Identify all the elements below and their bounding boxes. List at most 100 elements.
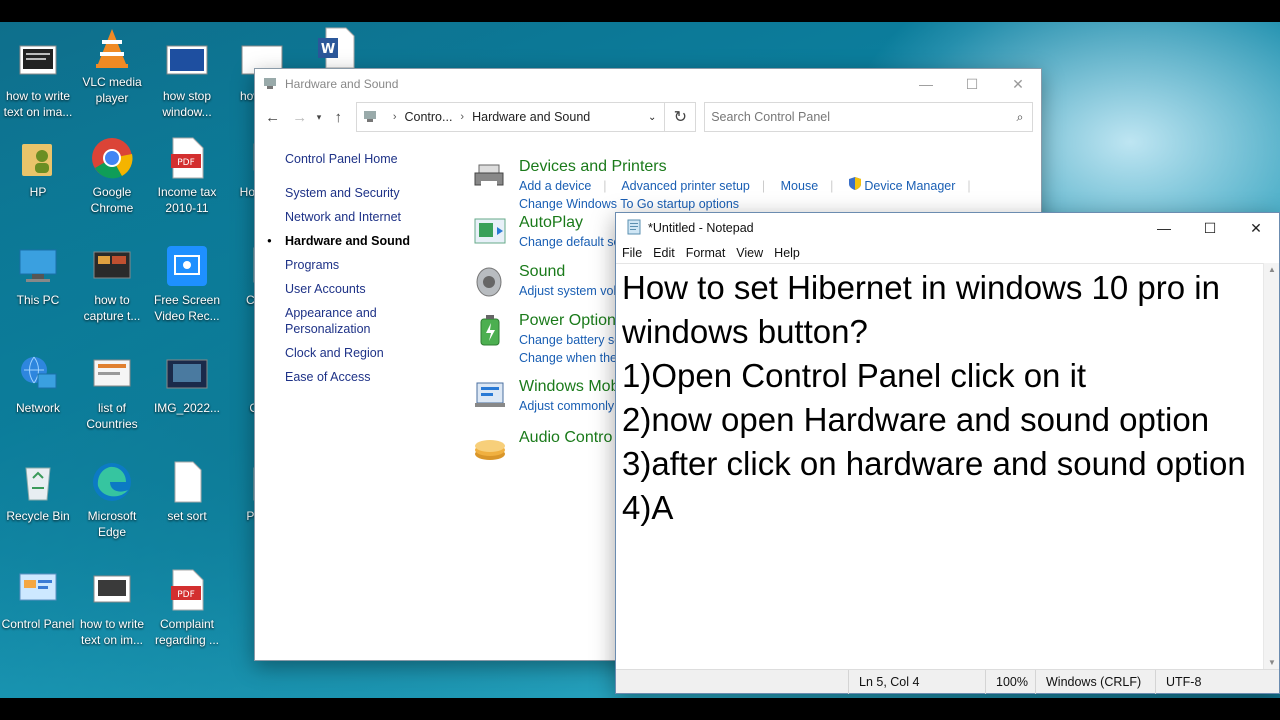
desktop-icon[interactable]: This PC [0, 244, 76, 308]
text-line: How to set Hibernet in windows 10 pro in… [622, 269, 1220, 350]
image-file-icon [165, 40, 209, 84]
breadcrumb-hardware-and-sound[interactable]: Hardware and Sound [472, 110, 590, 124]
menu-file[interactable]: File [622, 246, 642, 260]
link-divider: | [603, 179, 607, 193]
desktop-icon[interactable]: how to write text on im... [74, 568, 150, 648]
search-input[interactable] [711, 110, 1008, 124]
link-adjust-commonly-used[interactable]: Adjust commonly [519, 399, 614, 413]
svg-text:PDF: PDF [177, 158, 195, 168]
maximize-button[interactable]: ☐ [949, 69, 995, 99]
screen-recorder-icon [165, 244, 209, 288]
refresh-icon: ↻ [673, 109, 687, 126]
desktop-icon-label: how to write text on im... [79, 617, 145, 647]
breadcrumb-separator-icon: › [392, 111, 397, 123]
image-file-icon [90, 352, 134, 396]
search-box[interactable]: ⌕ [704, 102, 1033, 132]
desktop-icon[interactable]: VLC media player [74, 26, 150, 106]
user-folder-icon [16, 136, 60, 180]
scroll-down-arrow-icon[interactable]: ▼ [1264, 658, 1280, 667]
desktop-icon[interactable]: list of Countries [74, 352, 150, 432]
search-icon[interactable]: ⌕ [1008, 110, 1032, 125]
link-change-battery-settings[interactable]: Change battery set [519, 333, 625, 347]
title-bar: *Untitled - Notepad — ☐ ✕ [616, 213, 1279, 243]
notepad-window: *Untitled - Notepad — ☐ ✕ File Edit Form… [615, 212, 1280, 694]
desktop-icon[interactable]: set sort [149, 460, 225, 524]
desktop-icon-label: This PC [16, 293, 60, 307]
window-title: Hardware and Sound [285, 77, 399, 91]
desktop-icon[interactable]: IMG_2022... [149, 352, 225, 416]
vertical-scrollbar[interactable]: ▲ ▼ [1263, 263, 1279, 669]
desktop-icon[interactable]: Recycle Bin [0, 460, 76, 524]
breadcrumb-control-panel[interactable]: Contro... [404, 110, 452, 124]
desktop-icon[interactable]: Network [0, 352, 76, 416]
maximize-button[interactable]: ☐ [1187, 213, 1233, 243]
text-line: 3)after click on hardware and sound opti… [622, 445, 1246, 482]
autoplay-icon [473, 215, 507, 249]
close-button[interactable]: ✕ [995, 69, 1041, 99]
desktop-icon[interactable]: Control Panel [0, 568, 76, 632]
link-change-when-computer-sleeps[interactable]: Change when the c [519, 351, 627, 365]
desktop-icon[interactable]: Free Screen Video Rec... [149, 244, 225, 324]
minimize-button[interactable]: — [1141, 213, 1187, 243]
link-adjust-system-volume[interactable]: Adjust system volu [519, 284, 623, 298]
nav-user-accounts[interactable]: User Accounts [285, 281, 455, 297]
menu-edit[interactable]: Edit [653, 246, 675, 260]
window-title: *Untitled - Notepad [648, 221, 754, 235]
control-panel-small-icon [363, 109, 379, 126]
nav-system-and-security[interactable]: System and Security [285, 185, 455, 201]
link-add-a-device[interactable]: Add a device [519, 179, 591, 193]
desktop-icon[interactable]: Microsoft Edge [74, 460, 150, 540]
address-dropdown-chevron-icon[interactable]: ⌄ [648, 112, 656, 123]
cursor-position: Ln 5, Col 4 [848, 669, 985, 694]
desktop-icon[interactable]: how to capture t... [74, 244, 150, 324]
nav-clock-and-region[interactable]: Clock and Region [285, 345, 455, 361]
desktop-icon-label: IMG_2022... [153, 401, 221, 415]
recent-locations-chevron-icon[interactable]: ▾ [309, 112, 328, 123]
nav-ease-of-access[interactable]: Ease of Access [285, 369, 455, 385]
minimize-button[interactable]: — [903, 69, 949, 99]
desktop-icon-label: VLC media player [82, 75, 142, 105]
refresh-button[interactable]: ↻ [665, 102, 697, 132]
link-change-windows-to-go[interactable]: Change Windows To Go startup options [519, 197, 739, 211]
desktop-icon-label: Control Panel [1, 617, 75, 631]
desktop-icon[interactable]: W [298, 26, 374, 74]
menu-help[interactable]: Help [774, 246, 800, 260]
category-devices-and-printers: Devices and Printers Add a device | Advan… [473, 157, 983, 213]
shield-icon [848, 177, 861, 193]
category-title[interactable]: Devices and Printers [519, 157, 983, 177]
forward-arrow-icon[interactable]: → [290, 109, 309, 126]
desktop-icon[interactable]: how to write text on ima... [0, 40, 76, 120]
up-arrow-icon[interactable]: ↑ [329, 109, 348, 126]
mobility-center-icon [473, 379, 507, 413]
back-arrow-icon[interactable]: ← [263, 109, 282, 126]
menu-bar: File Edit Format View Help [616, 243, 1279, 263]
link-device-manager[interactable]: Device Manager [864, 179, 955, 193]
nav-programs[interactable]: Programs [285, 257, 455, 273]
menu-format[interactable]: Format [686, 246, 726, 260]
nav-appearance-and-personalization[interactable]: Appearance and Personalization [285, 305, 395, 337]
nav-hardware-and-sound[interactable]: Hardware and Sound [267, 233, 455, 249]
scroll-up-arrow-icon[interactable]: ▲ [1264, 265, 1280, 274]
desktop-icon-label: how to capture t... [83, 293, 141, 323]
desktop-icon[interactable]: HP [0, 136, 76, 200]
computer-icon [16, 244, 60, 288]
desktop-icon[interactable]: PDF Complaint regarding ... [149, 568, 225, 648]
text-editor-area[interactable]: How to set Hibernet in windows 10 pro in… [616, 263, 1264, 669]
link-mouse[interactable]: Mouse [781, 179, 819, 193]
nav-network-and-internet[interactable]: Network and Internet [285, 209, 455, 225]
title-bar: Hardware and Sound — ☐ ✕ [255, 69, 1041, 99]
link-advanced-printer-setup[interactable]: Advanced printer setup [621, 179, 750, 193]
desktop-icon-label: Microsoft Edge [87, 509, 137, 539]
desktop-icon-label: Free Screen Video Rec... [153, 293, 221, 323]
edge-icon [90, 460, 134, 504]
desktop-icon[interactable]: Google Chrome [74, 136, 150, 216]
close-button[interactable]: ✕ [1233, 213, 1279, 243]
desktop-icon[interactable]: how stop window... [149, 40, 225, 120]
nav-control-panel-home[interactable]: Control Panel Home [285, 151, 455, 167]
left-navigation-pane: Control Panel Home System and Security N… [267, 151, 455, 393]
address-bar[interactable]: › Contro... › Hardware and Sound ⌄ [355, 102, 666, 132]
link-change-default-settings[interactable]: Change default set [519, 235, 624, 249]
menu-view[interactable]: View [736, 246, 763, 260]
desktop-icon[interactable]: PDF Income tax 2010-11 [149, 136, 225, 216]
pdf-icon: PDF [165, 136, 209, 180]
